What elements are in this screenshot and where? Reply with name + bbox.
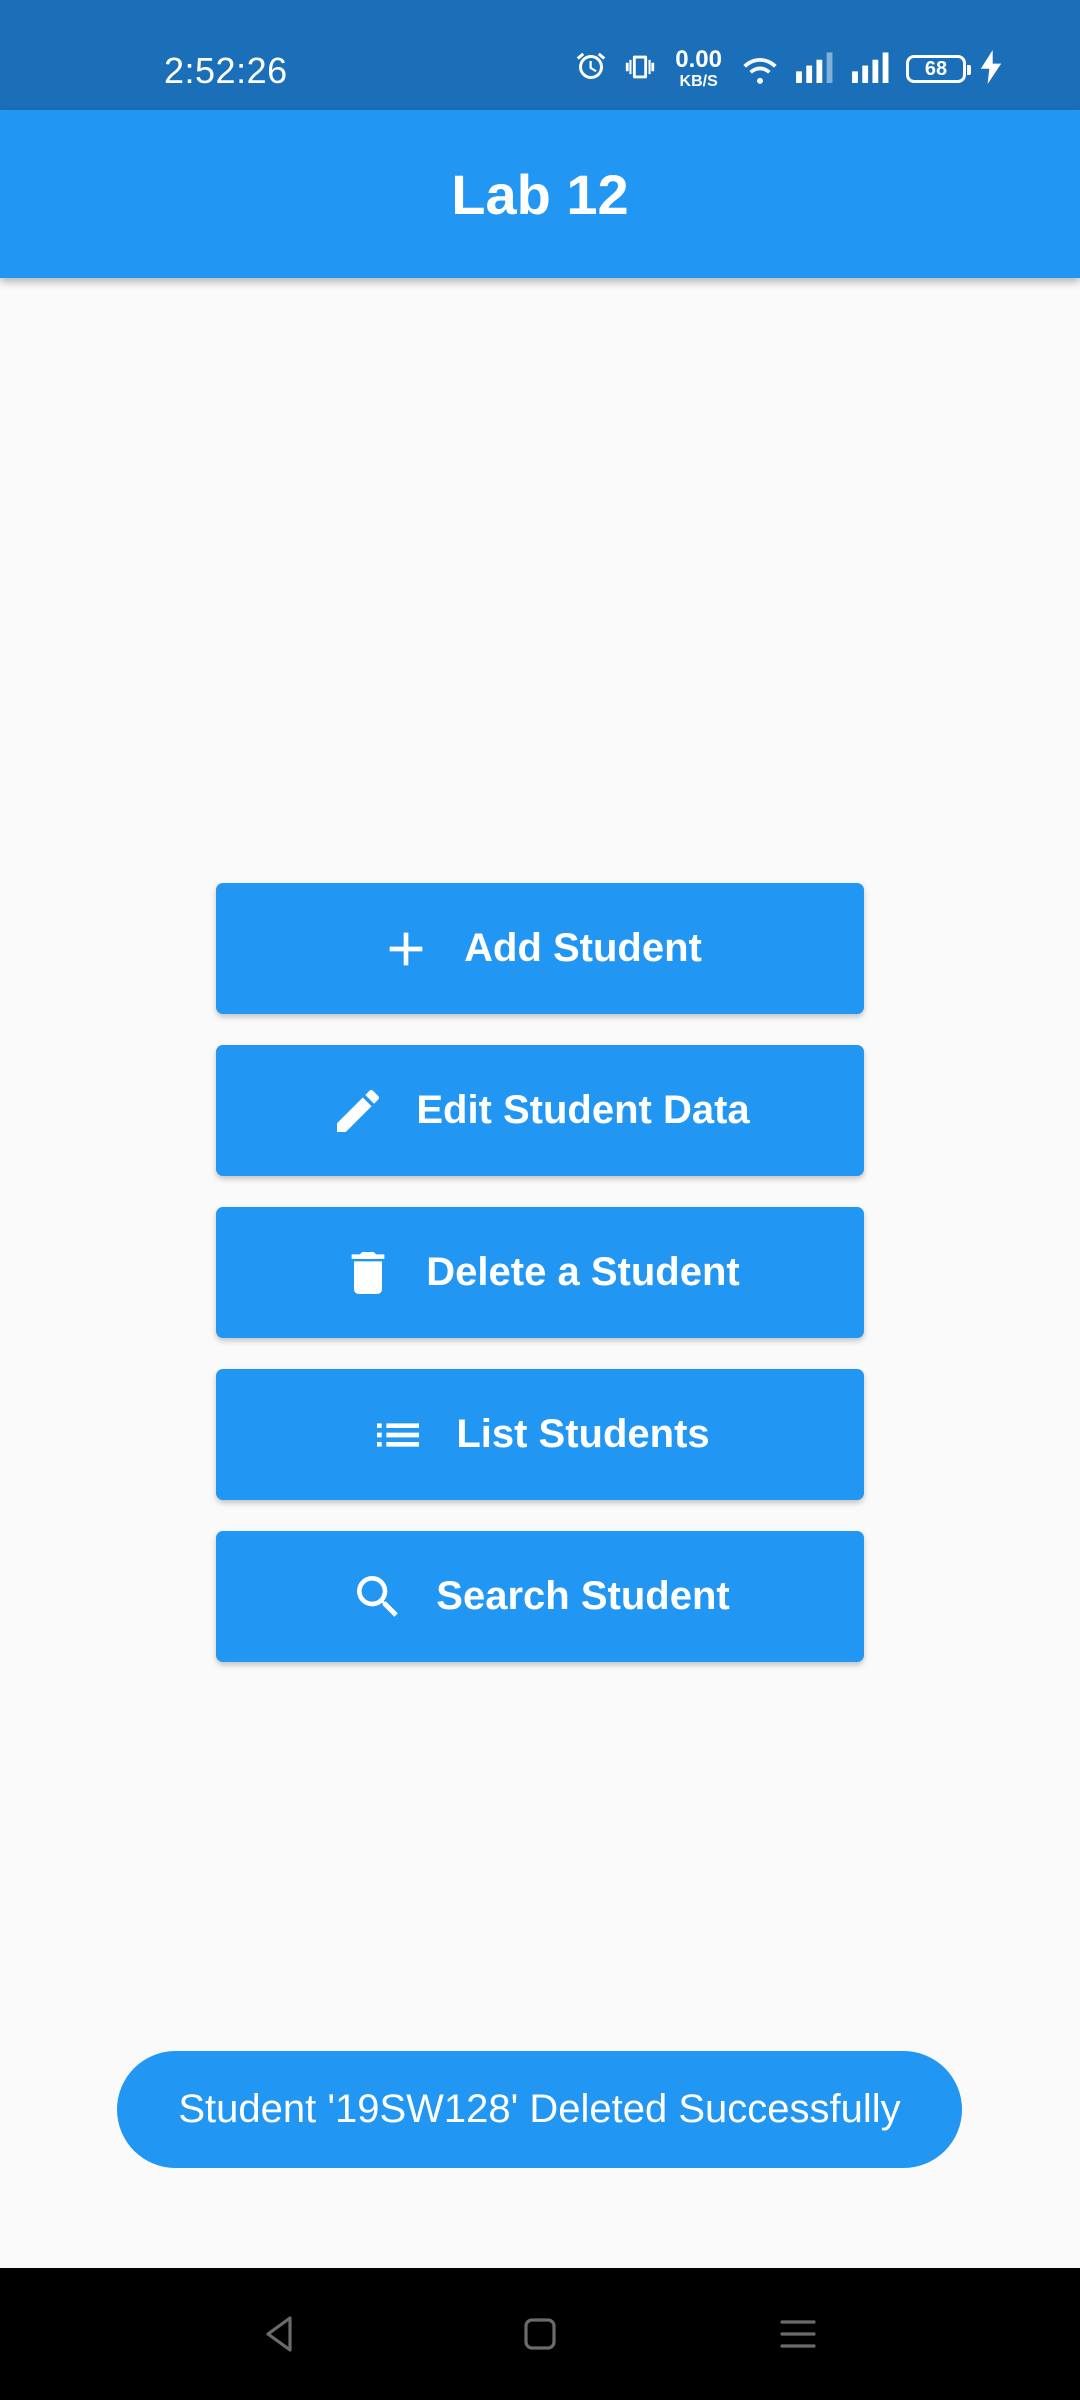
search-icon	[350, 1569, 406, 1625]
add-student-label: Add Student	[464, 926, 702, 970]
toast-message: Student '19SW128' Deleted Successfully	[117, 2051, 962, 2168]
status-time: 2:52:26	[164, 50, 288, 91]
delete-student-label: Delete a Student	[426, 1250, 740, 1294]
alarm-icon	[573, 49, 609, 90]
list-students-button[interactable]: List Students	[216, 1369, 864, 1500]
signal-icon	[794, 51, 836, 88]
menu-icon[interactable]	[768, 2304, 828, 2364]
list-icon	[370, 1407, 426, 1463]
add-student-button[interactable]: Add Student	[216, 883, 864, 1014]
status-bar: 2:52:26 0.00 KB/S 68	[0, 0, 1080, 110]
edit-student-data-label: Edit Student Data	[416, 1088, 750, 1132]
battery-icon: 68	[906, 55, 971, 83]
net-speed-unit: KB/S	[679, 73, 718, 90]
search-student-label: Search Student	[436, 1574, 730, 1618]
wifi-icon	[740, 50, 780, 89]
home-icon[interactable]	[510, 2304, 570, 2364]
trash-icon	[340, 1245, 396, 1301]
delete-student-button[interactable]: Delete a Student	[216, 1207, 864, 1338]
net-speed: 0.00 KB/S	[675, 48, 722, 90]
edit-pencil-icon	[330, 1083, 386, 1139]
add-icon	[378, 921, 434, 977]
charging-icon	[980, 49, 1002, 89]
list-students-label: List Students	[456, 1412, 710, 1456]
toast-text: Student '19SW128' Deleted Successfully	[178, 2087, 901, 2131]
page-title: Lab 12	[451, 162, 629, 226]
action-button-group: Add Student Edit Student Data Delete a S…	[216, 883, 864, 1693]
system-nav-bar	[0, 2268, 1080, 2400]
search-student-button[interactable]: Search Student	[216, 1531, 864, 1662]
app-bar: Lab 12	[0, 110, 1080, 278]
net-speed-value: 0.00	[675, 46, 722, 73]
back-icon[interactable]	[250, 2304, 310, 2364]
status-icons: 0.00 KB/S 68	[573, 48, 1002, 90]
signal-icon	[850, 51, 892, 88]
battery-level: 68	[924, 57, 948, 80]
edit-student-data-button[interactable]: Edit Student Data	[216, 1045, 864, 1176]
vibrate-icon	[623, 50, 657, 89]
